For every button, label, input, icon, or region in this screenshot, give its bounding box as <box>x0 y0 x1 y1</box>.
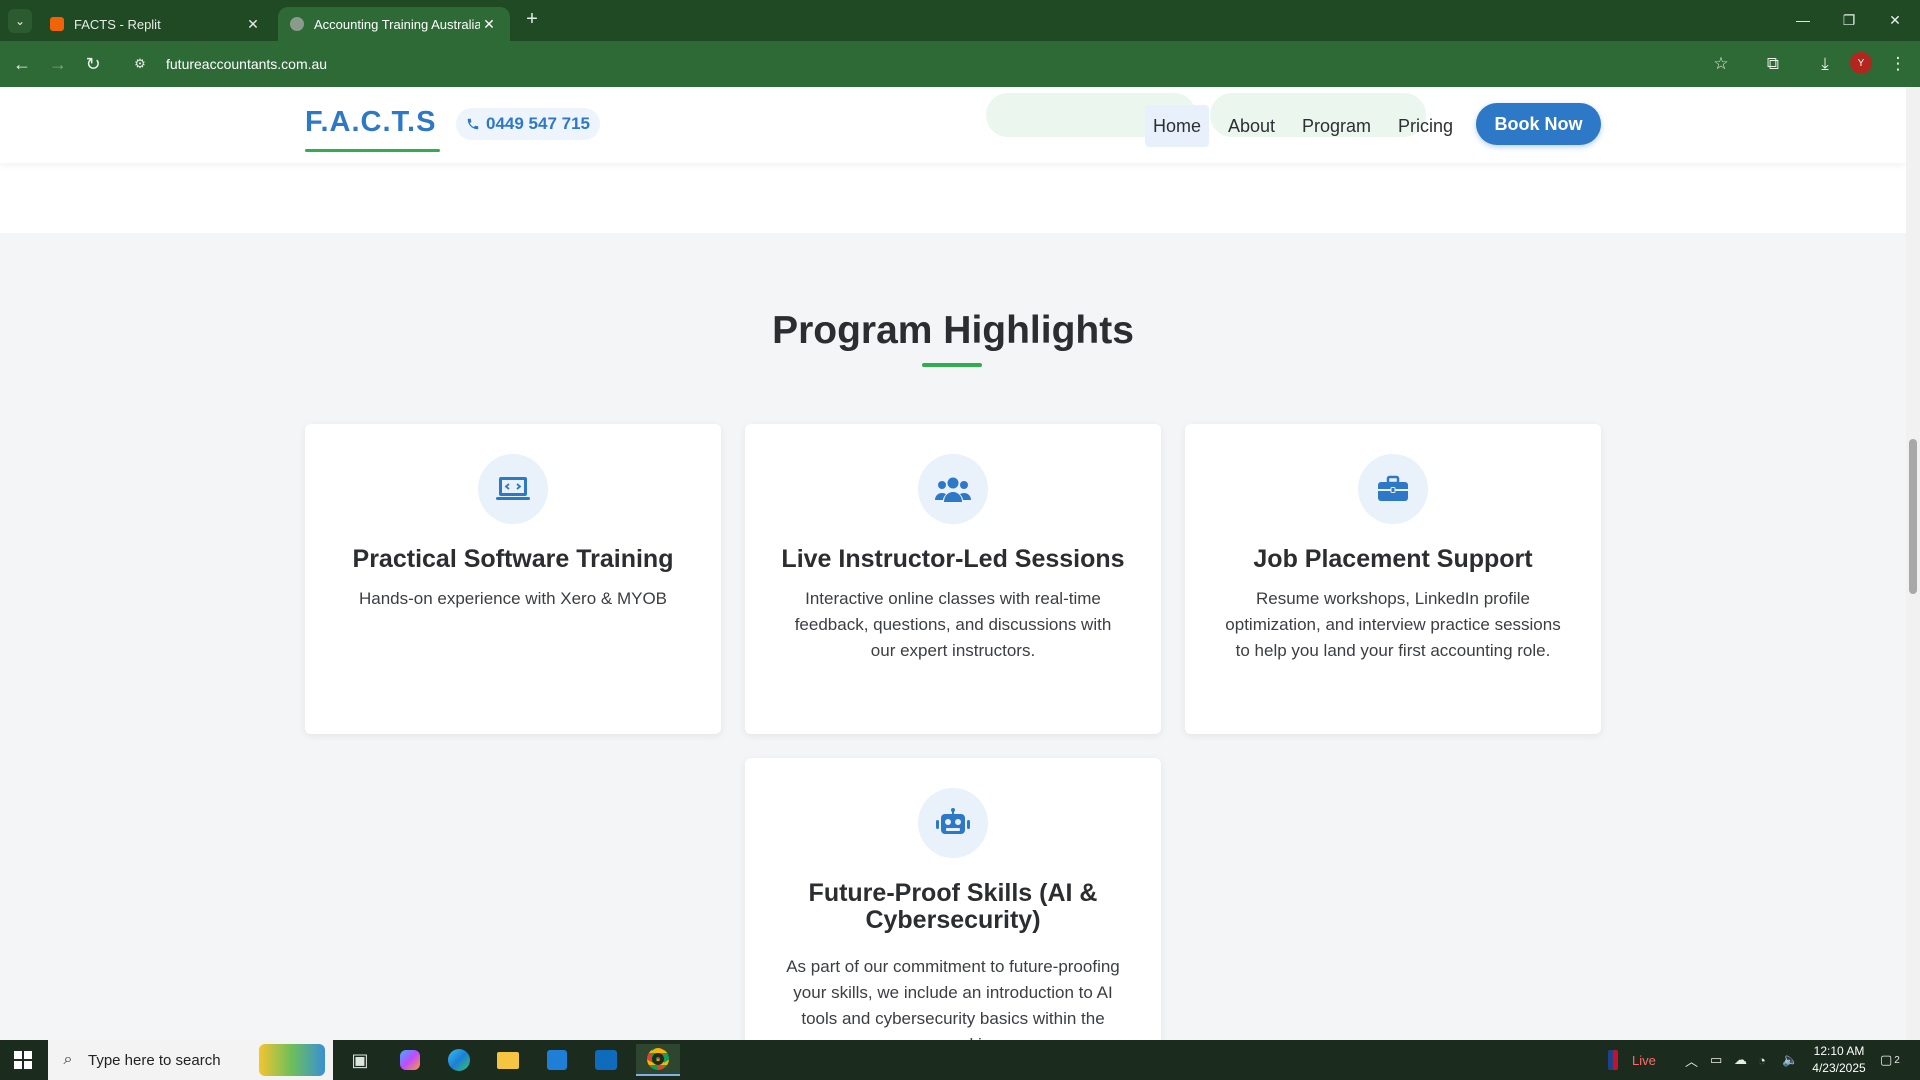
tab-title: FACTS - Replit <box>74 16 161 32</box>
phone-link[interactable]: 0449 547 715 <box>456 108 600 140</box>
file-explorer-icon[interactable] <box>488 1044 528 1076</box>
nav-about[interactable]: About <box>1220 105 1283 147</box>
reload-icon[interactable]: ↻ <box>80 51 106 77</box>
close-window-icon[interactable]: ✕ <box>1872 6 1918 34</box>
section-title: Program Highlights <box>772 309 1134 352</box>
tab-title: Accounting Training Australia | <box>314 16 480 32</box>
card-title: Future-Proof Skills (AI & Cybersecurity) <box>808 879 1098 934</box>
back-arrow-icon[interactable]: ← <box>9 51 35 77</box>
volume-icon[interactable]: 🔈 <box>1782 1040 1798 1080</box>
clock-date: 4/23/2025 <box>1812 1061 1866 1075</box>
browser-tabstrip: ⌄ FACTS - Replit ✕ Accounting Training A… <box>0 0 1920 41</box>
briefcase-icon <box>1358 454 1428 524</box>
globe-favicon-icon <box>290 17 304 31</box>
notification-count: 2 <box>1894 1054 1900 1066</box>
live-label: Live <box>1632 1052 1656 1068</box>
new-tab-plus-icon[interactable]: + <box>520 8 544 31</box>
site-header: F.A.C.T.S 0449 547 715 Home About Progra… <box>0 87 1906 163</box>
show-hidden-icons-chevron-icon[interactable]: ︿ <box>1685 1040 1698 1080</box>
bookmark-star-icon[interactable]: ☆ <box>1708 51 1734 77</box>
robot-icon <box>918 788 988 858</box>
site-logo[interactable]: F.A.C.T.S <box>305 106 436 139</box>
notification-center-button[interactable]: ▢ 2 <box>1880 1040 1900 1080</box>
search-placeholder: Type here to search <box>88 1051 221 1069</box>
tab-accounting-training[interactable]: Accounting Training Australia | ✕ <box>278 7 510 41</box>
card-text: Hands-on experience with Xero & MYOB <box>358 589 668 608</box>
copilot-icon[interactable] <box>390 1044 430 1076</box>
highlight-card-job-placement: Job Placement Support Resume workshops, … <box>1185 424 1601 734</box>
close-tab-icon[interactable]: ✕ <box>480 16 498 33</box>
users-icon <box>918 454 988 524</box>
scrollbar-thumb[interactable] <box>1909 439 1917 594</box>
meet-now-icon[interactable]: ▭ <box>1710 1040 1722 1080</box>
clock-time: 12:10 AM <box>1813 1044 1865 1058</box>
outlook-icon[interactable] <box>586 1044 626 1076</box>
taskbar-clock[interactable]: 12:10 AM 4/23/2025 <box>1800 1043 1878 1077</box>
nba-logo-icon <box>1608 1050 1618 1070</box>
card-text: Interactive online classes with real-tim… <box>794 589 1112 660</box>
task-view-icon[interactable]: ▣ <box>340 1044 380 1076</box>
edge-browser-icon[interactable] <box>439 1044 479 1076</box>
tab-search-button[interactable]: ⌄ <box>8 9 32 33</box>
highlight-card-live-sessions: Live Instructor-Led Sessions Interactive… <box>745 424 1161 734</box>
card-title: Live Instructor-Led Sessions <box>781 545 1125 573</box>
phone-number: 0449 547 715 <box>486 114 590 133</box>
nav-program[interactable]: Program <box>1294 105 1379 147</box>
close-tab-icon[interactable]: ✕ <box>244 16 262 33</box>
book-now-button[interactable]: Book Now <box>1476 103 1601 145</box>
chrome-icon[interactable] <box>636 1044 680 1076</box>
title-underline <box>922 363 982 367</box>
profile-avatar[interactable]: Y <box>1850 52 1872 74</box>
laptop-code-icon <box>478 454 548 524</box>
replit-favicon-icon <box>50 17 64 31</box>
tab-replit[interactable]: FACTS - Replit ✕ <box>38 7 274 41</box>
search-icon: ⌕ <box>63 1051 73 1068</box>
address-bar[interactable]: ⚙ futureaccountants.com.au <box>126 47 1726 81</box>
url-text: futureaccountants.com.au <box>166 56 328 72</box>
notification-icon: ▢ <box>1880 1052 1893 1067</box>
nba-live-widget[interactable]: Live <box>1608 1040 1656 1080</box>
extensions-puzzle-icon[interactable]: ⧉ <box>1760 51 1786 77</box>
logo-underline <box>305 149 440 152</box>
microsoft-store-icon[interactable] <box>537 1044 577 1076</box>
card-text: Resume workshops, LinkedIn profile optim… <box>1225 589 1561 660</box>
minimize-icon[interactable]: — <box>1780 6 1826 34</box>
highlight-card-software: Practical Software Training Hands-on exp… <box>305 424 721 734</box>
forward-arrow-icon[interactable]: → <box>45 51 71 77</box>
onedrive-icon[interactable]: ☁ <box>1734 1040 1747 1080</box>
nav-home[interactable]: Home <box>1145 105 1210 147</box>
page-viewport: F.A.C.T.S 0449 547 715 Home About Progra… <box>0 87 1920 1040</box>
more-menu-icon[interactable]: ⋮ <box>1885 51 1911 77</box>
previous-section <box>0 163 1906 233</box>
card-title: Practical Software Training <box>352 545 674 573</box>
site-info-icon[interactable]: ⚙ <box>130 56 150 72</box>
network-icon[interactable]: ◔ <box>1758 1040 1766 1080</box>
page-scrollbar[interactable] <box>1906 87 1920 1040</box>
download-icon[interactable]: ⤓ <box>1812 51 1838 77</box>
card-text: As part of our commitment to future-proo… <box>786 957 1120 1040</box>
card-title: Job Placement Support <box>1253 545 1533 573</box>
windows-logo-icon <box>14 1051 32 1069</box>
browser-toolbar: ← → ↻ ⚙ futureaccountants.com.au ☆ ⧉ ⤓ ⋮ <box>0 41 1920 87</box>
phone-icon <box>467 118 479 130</box>
search-highlight-image <box>258 1044 325 1076</box>
taskbar-search-box[interactable]: ⌕ Type here to search <box>48 1040 333 1080</box>
start-button[interactable] <box>0 1040 46 1080</box>
windows-taskbar: ⌕ Type here to search ▣ Live ︿ ▭ ☁ ◔ 🔈 1… <box>0 1040 1920 1080</box>
restore-icon[interactable]: ❐ <box>1826 6 1872 34</box>
highlight-card-future-proof: Future-Proof Skills (AI & Cybersecurity)… <box>745 758 1161 1040</box>
nav-pricing[interactable]: Pricing <box>1390 105 1461 147</box>
